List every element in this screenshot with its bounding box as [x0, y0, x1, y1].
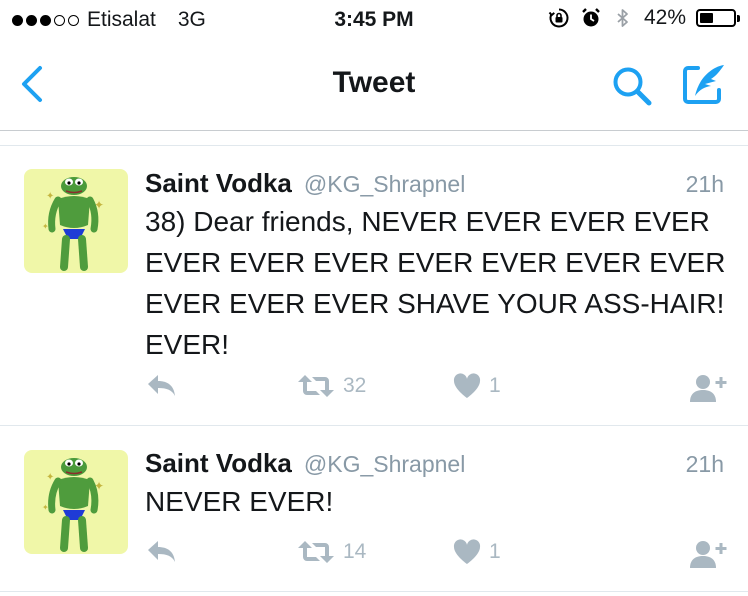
tweet-text: NEVER EVER! — [145, 486, 334, 517]
battery-percent: 42% — [643, 6, 686, 29]
tweet-actions: 14 1 — [145, 539, 730, 569]
svg-text:✦: ✦ — [42, 222, 49, 231]
reply-icon — [148, 375, 175, 396]
reply-icon — [148, 541, 175, 562]
reply-button[interactable] — [145, 539, 177, 565]
retweet-button[interactable]: 14 — [297, 539, 366, 565]
avatar[interactable]: ✦ ✦ ✦ — [24, 450, 128, 554]
tweet-time: 21h — [685, 451, 724, 477]
status-indicators: 42% — [548, 6, 740, 30]
tweet-time: 21h — [685, 171, 724, 197]
follow-icon — [690, 541, 727, 568]
retweet-count: 14 — [343, 540, 367, 563]
follow-button[interactable] — [688, 539, 728, 569]
heart-icon — [453, 539, 481, 564]
alarm-clock-icon — [582, 8, 600, 27]
rotation-lock-icon — [548, 8, 569, 28]
frog-avatar-image: ✦ ✦ ✦ — [42, 177, 104, 271]
author-handle[interactable]: @KG_Shrapnel — [304, 451, 686, 478]
status-bar: Etisalat 3G 3:45 PM 42% — [0, 0, 748, 40]
like-button[interactable]: 1 — [453, 373, 501, 399]
author-handle[interactable]: @KG_Shrapnel — [304, 171, 686, 198]
tweet-card[interactable]: ✦ ✦ ✦ Saint Vodka @KG_Shrapnel 21h 38) D… — [0, 145, 748, 426]
tweet-header: Saint Vodka @KG_Shrapnel 21h — [145, 168, 724, 199]
navigation-bar: Tweet — [0, 40, 748, 131]
like-count: 1 — [489, 540, 501, 563]
author-name[interactable]: Saint Vodka — [145, 448, 292, 479]
follow-button[interactable] — [688, 373, 728, 403]
svg-text:✦: ✦ — [46, 472, 54, 483]
tweet-actions: 32 1 — [145, 373, 730, 403]
battery-icon — [696, 9, 740, 27]
heart-icon — [453, 373, 481, 398]
svg-text:✦: ✦ — [46, 191, 54, 202]
retweet-icon — [298, 541, 334, 563]
retweet-icon — [298, 375, 334, 397]
tweet-card[interactable]: ✦ ✦ ✦ Saint Vodka @KG_Shrapnel 21h NEVER… — [0, 425, 748, 592]
follow-icon — [690, 375, 727, 402]
like-count: 1 — [489, 374, 501, 397]
author-name[interactable]: Saint Vodka — [145, 168, 292, 199]
search-icon[interactable] — [610, 64, 654, 108]
retweet-button[interactable]: 32 — [297, 373, 366, 399]
frog-avatar-image: ✦ ✦ ✦ — [42, 458, 104, 552]
svg-text:✦: ✦ — [42, 503, 49, 512]
retweet-count: 32 — [343, 374, 367, 397]
tweet-text: 38) Dear friends, NEVER EVER EVER EVER E… — [145, 206, 726, 360]
avatar[interactable]: ✦ ✦ ✦ — [24, 169, 128, 273]
like-button[interactable]: 1 — [453, 539, 501, 565]
section-gap — [0, 131, 748, 145]
reply-button[interactable] — [145, 373, 177, 399]
compose-icon[interactable] — [680, 62, 728, 108]
tweet-header: Saint Vodka @KG_Shrapnel 21h — [145, 448, 724, 479]
bluetooth-icon — [617, 9, 628, 27]
battery-level — [700, 13, 714, 23]
